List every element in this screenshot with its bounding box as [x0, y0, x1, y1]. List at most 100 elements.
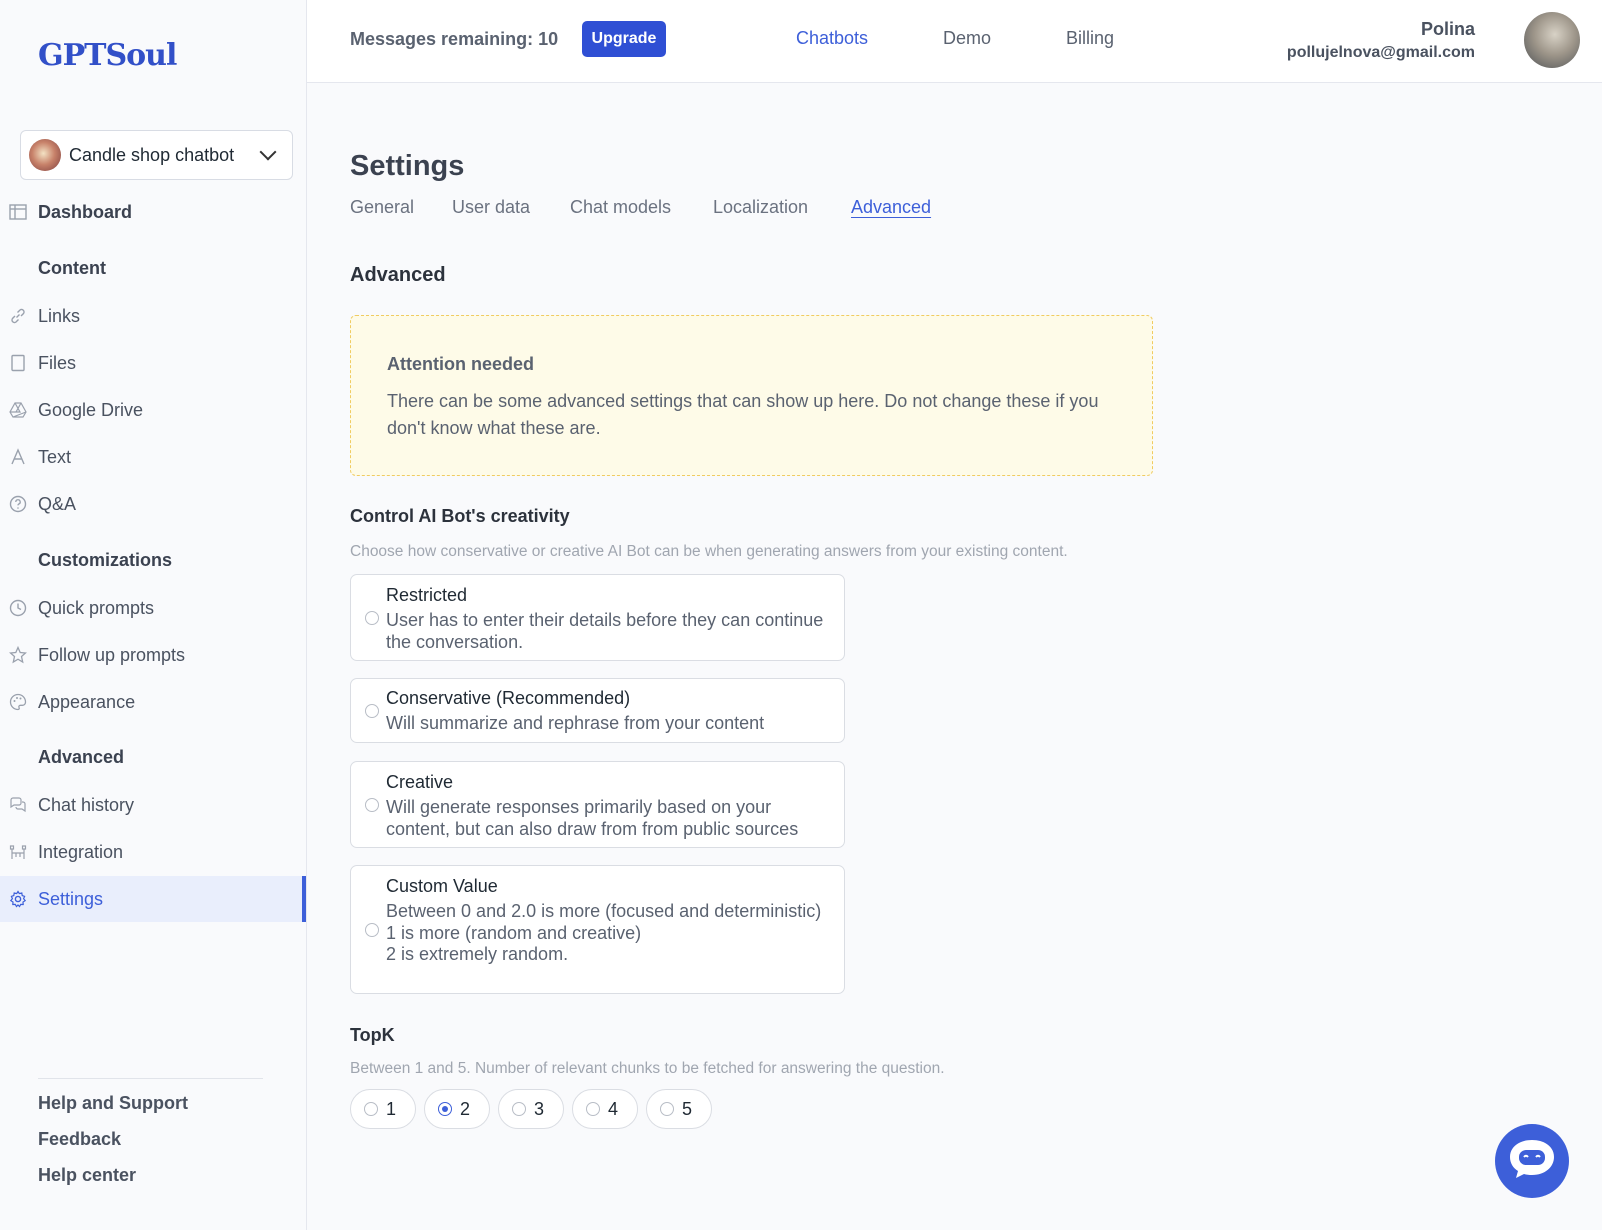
google-drive-icon	[8, 400, 28, 420]
option-description: Will summarize and rephrase from your co…	[386, 713, 765, 733]
file-icon	[8, 353, 28, 373]
sidebar-item-dashboard[interactable]: Dashboard	[0, 189, 306, 235]
page-title: Settings	[350, 150, 465, 182]
nav-billing[interactable]: Billing	[1066, 28, 1114, 49]
topk-option-4[interactable]: 4	[572, 1089, 638, 1129]
feedback-link[interactable]: Feedback	[38, 1129, 121, 1150]
alert-body: There can be some advanced settings that…	[387, 391, 1099, 438]
palette-icon	[8, 692, 28, 712]
sidebar-item-label: Appearance	[38, 691, 136, 712]
integration-icon	[8, 842, 28, 862]
help-center-link[interactable]: Help center	[38, 1165, 136, 1186]
radio-button[interactable]	[660, 1102, 674, 1116]
nav-demo[interactable]: Demo	[943, 28, 991, 49]
topk-option-3[interactable]: 3	[498, 1089, 564, 1129]
topk-description: Between 1 and 5. Number of relevant chun…	[350, 1060, 945, 1077]
sidebar-section-customizations: Customizations	[38, 550, 173, 570]
radio-button[interactable]	[365, 704, 379, 718]
radio-button[interactable]	[365, 923, 379, 937]
topk-option-label: 4	[608, 1099, 619, 1119]
topk-title: TopK	[350, 1025, 395, 1045]
sidebar-item-label: Files	[38, 352, 77, 373]
sidebar-item-label: Links	[38, 305, 81, 326]
sidebar-item-appearance[interactable]: Appearance	[0, 679, 306, 725]
sidebar-item-quick-prompts[interactable]: Quick prompts	[0, 585, 306, 631]
chatbot-selector[interactable]: Candle shop chatbot	[20, 130, 293, 180]
option-description: Will generate responses primarily based …	[386, 797, 799, 839]
clock-icon	[8, 598, 28, 618]
sidebar-item-settings[interactable]: Settings	[0, 876, 306, 922]
topk-option-1[interactable]: 1	[350, 1089, 416, 1129]
top-bar: Messages remaining: 10 Upgrade Chatbots …	[307, 0, 1602, 83]
topk-option-label: 3	[534, 1099, 545, 1119]
radio-button[interactable]	[364, 1102, 378, 1116]
brand-logo[interactable]: GPTSoul	[38, 38, 177, 73]
sidebar-item-qa[interactable]: Q&A	[0, 481, 306, 527]
layout-icon	[8, 202, 28, 222]
tab-user-data[interactable]: User data	[452, 197, 530, 218]
chat-launcher-button[interactable]	[1495, 1124, 1569, 1198]
option-title: Custom Value	[386, 876, 498, 896]
tab-localization[interactable]: Localization	[713, 197, 808, 218]
messages-remaining: Messages remaining: 10	[350, 29, 559, 49]
sidebar: GPTSoul Candle shop chatbot Dashboard Co…	[0, 0, 307, 1230]
user-avatar[interactable]	[1524, 12, 1580, 68]
tab-general[interactable]: General	[350, 197, 414, 218]
topk-option-label: 2	[460, 1099, 471, 1119]
chat-bubbles-icon	[8, 795, 28, 815]
radio-button[interactable]	[365, 611, 379, 625]
sidebar-item-label: Settings	[38, 888, 104, 909]
sidebar-item-label: Integration	[38, 841, 124, 862]
help-and-support-link[interactable]: Help and Support	[38, 1093, 188, 1114]
option-description-line: 1 is more (random and creative)	[386, 922, 642, 943]
sidebar-item-label: Chat history	[38, 794, 135, 815]
sidebar-item-label: Google Drive	[38, 399, 144, 420]
sidebar-section-advanced: Advanced	[38, 747, 125, 767]
sidebar-item-integration[interactable]: Integration	[0, 829, 306, 875]
sidebar-item-label: Quick prompts	[38, 597, 155, 618]
creativity-option-custom-value[interactable]: Custom Value Between 0 and 2.0 is more (…	[350, 865, 845, 994]
sidebar-divider	[38, 1078, 263, 1079]
sidebar-section-content: Content	[38, 258, 106, 278]
topk-option-2[interactable]: 2	[424, 1089, 490, 1129]
topk-option-label: 5	[682, 1099, 693, 1119]
creativity-option-restricted[interactable]: Restricted User has to enter their detai…	[350, 574, 845, 661]
option-title: Creative	[386, 772, 454, 792]
sidebar-item-label: Q&A	[38, 493, 77, 514]
text-icon	[8, 447, 28, 467]
sidebar-item-files[interactable]: Files	[0, 340, 306, 386]
tab-chat-models[interactable]: Chat models	[570, 197, 671, 218]
chevron-down-icon	[259, 143, 277, 161]
user-name: Polina	[1420, 19, 1475, 39]
topk-option-label: 1	[386, 1099, 397, 1119]
topk-option-5[interactable]: 5	[646, 1089, 712, 1129]
option-title: Conservative (Recommended)	[386, 688, 631, 708]
creativity-option-conservative[interactable]: Conservative (Recommended) Will summariz…	[350, 678, 845, 743]
radio-button-selected[interactable]	[438, 1102, 452, 1116]
star-icon	[8, 645, 28, 665]
radio-button[interactable]	[512, 1102, 526, 1116]
option-description: User has to enter their details before t…	[386, 610, 824, 652]
creativity-description: Choose how conservative or creative AI B…	[350, 543, 1068, 560]
sidebar-item-follow-up-prompts[interactable]: Follow up prompts	[0, 632, 306, 678]
user-email: pollujelnova@gmail.com	[1286, 44, 1475, 61]
nav-chatbots[interactable]: Chatbots	[796, 28, 868, 49]
radio-button[interactable]	[365, 798, 379, 812]
option-description: Between 0 and 2.0 is more (focused and d…	[386, 901, 836, 966]
sidebar-item-chat-history[interactable]: Chat history	[0, 782, 306, 828]
attention-alert: Attention needed There can be some advan…	[350, 315, 1153, 476]
question-circle-icon	[8, 494, 28, 514]
tab-advanced[interactable]: Advanced	[851, 197, 931, 218]
section-title: Advanced	[350, 264, 446, 286]
chatbot-icon	[1507, 1137, 1557, 1186]
sidebar-item-links[interactable]: Links	[0, 293, 306, 339]
sidebar-item-label: Text	[38, 446, 72, 467]
upgrade-button[interactable]: Upgrade	[582, 21, 666, 57]
gear-icon	[8, 889, 28, 909]
link-icon	[8, 306, 28, 326]
sidebar-item-google-drive[interactable]: Google Drive	[0, 387, 306, 433]
creativity-option-creative[interactable]: Creative Will generate responses primari…	[350, 761, 845, 848]
radio-button[interactable]	[586, 1102, 600, 1116]
alert-title: Attention needed	[387, 354, 534, 374]
sidebar-item-text[interactable]: Text	[0, 434, 306, 480]
